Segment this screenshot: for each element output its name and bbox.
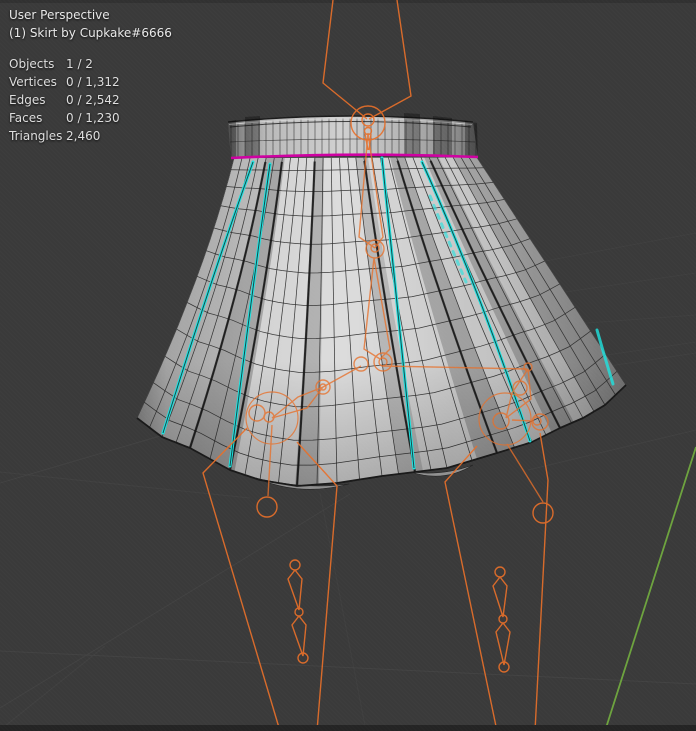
stat-vertices: Vertices 0 / 1,312 — [9, 75, 120, 89]
viewport-bottom-edge — [0, 725, 696, 731]
stat-objects: Objects 1 / 2 — [9, 57, 93, 71]
stat-faces: Faces 0 / 1,230 — [9, 111, 120, 125]
view-projection-label: User Perspective — [9, 8, 110, 22]
blender-3d-viewport[interactable]: User Perspective (1) Skirt by Cupkake#66… — [0, 0, 696, 731]
stat-triangles: Triangles 2,460 — [9, 129, 101, 143]
scene-statistics: Objects 1 / 2 Vertices 0 / 1,312 Edges 0… — [9, 55, 172, 145]
stat-edges: Edges 0 / 2,542 — [9, 93, 120, 107]
viewport-top-edge — [0, 0, 696, 3]
viewport-overlay-text: User Perspective (1) Skirt by Cupkake#66… — [9, 6, 172, 145]
active-object-label: (1) Skirt by Cupkake#6666 — [9, 26, 172, 40]
waistband — [227, 113, 478, 158]
